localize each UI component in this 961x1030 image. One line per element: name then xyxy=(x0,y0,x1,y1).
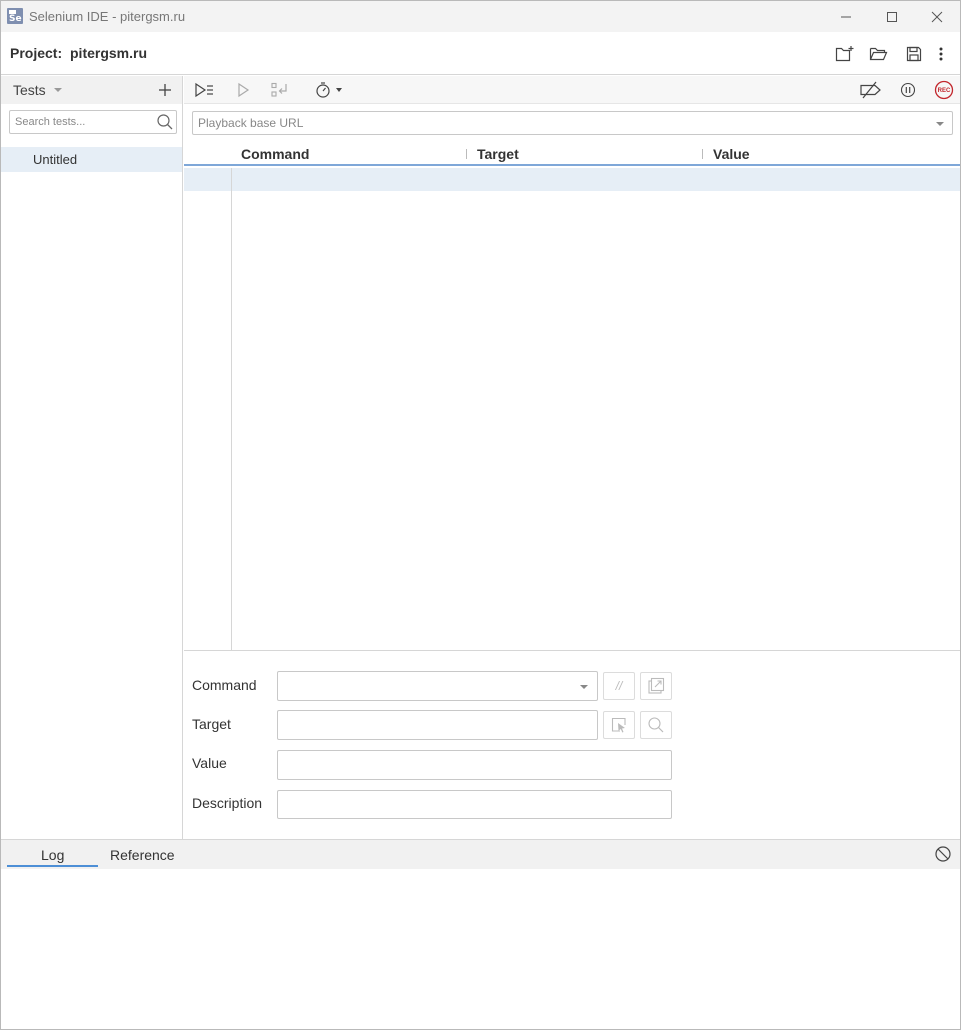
tests-sidebar: Tests Untitled xyxy=(1,76,183,839)
project-name[interactable]: pitergsm.ru xyxy=(70,45,147,61)
minimize-button[interactable] xyxy=(823,1,869,32)
project-label: Project: xyxy=(10,45,63,61)
maximize-button[interactable] xyxy=(869,1,915,32)
caret-down-icon[interactable] xyxy=(54,88,62,92)
console-panel: Log Reference xyxy=(1,839,960,1029)
chevron-down-icon[interactable] xyxy=(936,122,944,126)
command-editor: Command // Target Value Description xyxy=(184,652,960,839)
value-field xyxy=(277,750,672,780)
run-current-test-button[interactable] xyxy=(231,79,255,101)
tests-header: Tests xyxy=(1,76,182,104)
description-field xyxy=(277,790,672,819)
run-all-tests-icon xyxy=(195,82,213,98)
line-number-gutter xyxy=(231,168,232,651)
column-resize-handle[interactable] xyxy=(702,149,703,159)
tab-log[interactable]: Log xyxy=(41,847,64,863)
maximize-icon xyxy=(887,11,897,22)
search-tests-box xyxy=(9,110,177,134)
command-label: Command xyxy=(192,677,257,693)
tests-dropdown[interactable]: Tests xyxy=(13,82,46,98)
command-input[interactable] xyxy=(278,672,597,700)
selenium-ide-window: Se Selenium IDE - pitergsm.ru Project: p… xyxy=(0,0,961,1030)
record-icon: REC xyxy=(934,80,954,100)
disable-breakpoints-icon xyxy=(860,81,881,99)
description-label: Description xyxy=(192,795,263,811)
run-all-tests-button[interactable] xyxy=(193,79,217,101)
search-icon[interactable] xyxy=(156,113,174,131)
column-header-command: Command xyxy=(241,146,310,162)
more-vertical-icon xyxy=(939,47,943,61)
value-input[interactable] xyxy=(278,751,671,779)
search-icon xyxy=(648,717,664,733)
tab-reference[interactable]: Reference xyxy=(110,847,175,863)
step-over-button[interactable] xyxy=(268,79,292,101)
project-header: Project: pitergsm.ru xyxy=(1,32,960,75)
close-window-button[interactable] xyxy=(914,1,960,32)
open-folder-icon xyxy=(869,47,888,61)
add-test-icon[interactable] xyxy=(156,81,174,99)
playback-base-url-input[interactable] xyxy=(193,112,923,134)
new-project-icon xyxy=(835,46,854,62)
pause-icon xyxy=(900,82,916,98)
commands-table-header: Command Target Value xyxy=(184,142,960,166)
window-title: Selenium IDE - pitergsm.ru xyxy=(29,9,186,24)
select-target-icon xyxy=(611,717,626,733)
comment-icon: // xyxy=(615,679,623,693)
pause-on-exceptions-button[interactable] xyxy=(896,79,920,101)
column-header-target: Target xyxy=(477,146,519,162)
playback-url-combobox xyxy=(192,111,953,135)
value-label: Value xyxy=(192,755,227,771)
chevron-down-icon[interactable] xyxy=(580,685,588,689)
close-icon xyxy=(931,11,943,22)
open-external-icon xyxy=(648,677,665,694)
clear-log-icon[interactable] xyxy=(934,845,952,863)
column-header-value: Value xyxy=(713,146,750,162)
selenium-app-icon: Se xyxy=(7,8,23,24)
test-speed-icon xyxy=(316,82,342,98)
more-options-button[interactable] xyxy=(930,43,952,65)
find-target-button[interactable] xyxy=(640,711,672,739)
step-over-icon xyxy=(271,82,287,97)
test-item-untitled[interactable]: Untitled xyxy=(1,147,182,172)
minimize-icon xyxy=(841,16,851,17)
open-reference-button[interactable] xyxy=(640,672,672,700)
record-button[interactable]: REC xyxy=(932,79,956,101)
disable-breakpoints-button[interactable] xyxy=(857,79,885,101)
target-field xyxy=(277,710,598,740)
active-tab-indicator xyxy=(7,865,98,867)
description-input[interactable] xyxy=(278,791,671,818)
test-speed-button[interactable] xyxy=(312,79,346,101)
target-label: Target xyxy=(192,716,231,732)
table-row[interactable] xyxy=(184,168,960,191)
title-bar: Se Selenium IDE - pitergsm.ru xyxy=(1,1,960,32)
target-input[interactable] xyxy=(278,711,597,739)
select-target-button[interactable] xyxy=(603,711,635,739)
save-icon xyxy=(906,46,922,62)
new-project-button[interactable] xyxy=(834,43,856,65)
record-label: REC xyxy=(938,88,951,94)
commands-table-body xyxy=(184,168,960,651)
column-resize-handle[interactable] xyxy=(466,149,467,159)
open-project-button[interactable] xyxy=(868,43,890,65)
save-project-button[interactable] xyxy=(903,43,925,65)
console-tabs: Log Reference xyxy=(1,840,960,869)
main-panel: REC Command Target Value Command xyxy=(184,76,960,839)
command-combobox xyxy=(277,671,598,701)
run-current-test-icon xyxy=(238,82,250,98)
playback-toolbar: REC xyxy=(184,76,960,104)
comment-command-button[interactable]: // xyxy=(603,672,635,700)
test-item-label: Untitled xyxy=(33,152,78,167)
search-tests-input[interactable] xyxy=(10,111,154,133)
